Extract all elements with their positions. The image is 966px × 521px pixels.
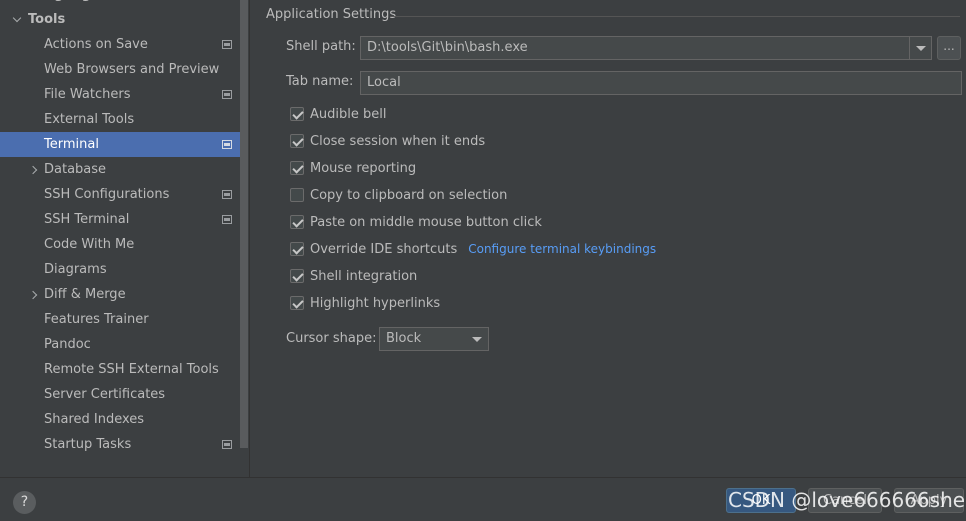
checkbox-label[interactable]: Highlight hyperlinks [310, 296, 440, 311]
sidebar-item-label: Shared Indexes [44, 412, 145, 427]
terminal-settings-panel: Application Settings Shell path: D:\tool… [250, 0, 966, 477]
sidebar-item-pandoc[interactable]: Pandoc [0, 332, 240, 357]
sidebar-item-ssh-configurations[interactable]: SSH Configurations [0, 182, 240, 207]
sidebar-item-ssh-terminal[interactable]: SSH Terminal [0, 207, 240, 232]
sidebar-item-file-watchers[interactable]: File Watchers [0, 82, 240, 107]
checkbox-checked[interactable] [290, 296, 304, 310]
checkbox-row-paste-on-middle-mouse-button-click[interactable]: Paste on middle mouse button click [290, 213, 542, 231]
sidebar-item-web-browsers-and-preview[interactable]: Web Browsers and Preview [0, 57, 240, 82]
chevron-right-icon[interactable] [27, 282, 39, 307]
project-level-icon [222, 90, 232, 99]
chevron-down-icon [915, 45, 926, 51]
checkbox-row-shell-integration[interactable]: Shell integration [290, 267, 417, 285]
shell-path-combo[interactable]: D:\tools\Git\bin\bash.exe [360, 36, 932, 60]
sidebar-item-shared-indexes[interactable]: Shared Indexes [0, 407, 240, 432]
sidebar-item-external-tools[interactable]: External Tools [0, 107, 240, 132]
shell-path-dropdown-button[interactable] [909, 37, 931, 59]
sidebar-scrollbar[interactable] [240, 0, 249, 477]
checkbox-label[interactable]: Copy to clipboard on selection [310, 188, 507, 203]
tab-name-label: Tab name: [286, 74, 354, 89]
chevron-down-icon [472, 337, 482, 342]
group-title: Application Settings [266, 7, 397, 22]
sidebar-scroll-thumb[interactable] [240, 0, 248, 448]
sidebar-item-startup-tasks[interactable]: Startup Tasks [0, 432, 240, 457]
sidebar-item-remote-ssh-external-tools[interactable]: Remote SSH External Tools [0, 357, 240, 382]
browse-button[interactable]: ... [937, 36, 961, 60]
tab-name-input[interactable]: Local [360, 71, 962, 95]
settings-sidebar: Languages & Frameworks Tools Actions on Sa… [0, 0, 249, 477]
sidebar-item-database[interactable]: Database [0, 157, 240, 182]
project-level-icon [222, 40, 232, 49]
sidebar-item-label: Startup Tasks [44, 437, 132, 452]
sidebar-item-label: Diff & Merge [44, 287, 126, 302]
cursor-shape-label: Cursor shape: [286, 331, 377, 346]
sidebar-item-features-trainer[interactable]: Features Trainer [0, 307, 240, 332]
sidebar-item-diagrams[interactable]: Diagrams [0, 257, 240, 282]
group-separator [390, 16, 960, 17]
sidebar-item-actions-on-save[interactable]: Actions on Save [0, 32, 240, 57]
sidebar-item-server-certificates[interactable]: Server Certificates [0, 382, 240, 407]
checkbox-label[interactable]: Shell integration [310, 269, 417, 284]
checkbox-unchecked[interactable] [290, 188, 304, 202]
checkbox-row-audible-bell[interactable]: Audible bell [290, 105, 386, 123]
sidebar-item-label: Server Certificates [44, 387, 166, 402]
sidebar-item-label: Tools [28, 12, 66, 27]
cursor-shape-select[interactable]: Block [379, 327, 489, 351]
checkbox-row-close-session-when-it-ends[interactable]: Close session when it ends [290, 132, 485, 150]
checkbox-checked[interactable] [290, 242, 304, 256]
checkbox-label[interactable]: Override IDE shortcuts [310, 242, 457, 257]
sidebar-item-languages-frameworks[interactable]: Languages & Frameworks [0, 0, 240, 7]
help-button[interactable]: ? [13, 491, 36, 514]
checkbox-checked[interactable] [290, 215, 304, 229]
checkbox-label[interactable]: Mouse reporting [310, 161, 416, 176]
sidebar-item-code-with-me[interactable]: Code With Me [0, 232, 240, 257]
sidebar-item-terminal[interactable]: Terminal [0, 132, 240, 157]
sidebar-item-label: Pandoc [44, 337, 91, 352]
sidebar-item-label: SSH Configurations [44, 187, 170, 202]
checkbox-row-override-ide-shortcuts[interactable]: Override IDE shortcuts Configure terminal… [290, 240, 656, 258]
sidebar-item-tools[interactable]: Tools [0, 7, 240, 32]
checkbox-row-mouse-reporting[interactable]: Mouse reporting [290, 159, 416, 177]
checkbox-row-highlight-hyperlinks[interactable]: Highlight hyperlinks [290, 294, 440, 312]
shell-path-label: Shell path: [286, 39, 356, 54]
shell-path-value[interactable]: D:\tools\Git\bin\bash.exe [367, 37, 528, 59]
chevron-right-icon[interactable] [27, 157, 39, 182]
sidebar-item-label: Remote SSH External Tools [44, 362, 219, 377]
project-level-icon [222, 140, 232, 149]
sidebar-item-diff-merge[interactable]: Diff & Merge [0, 282, 240, 307]
checkbox-row-copy-to-clipboard-on-selection[interactable]: Copy to clipboard on selection [290, 186, 507, 204]
checkbox-checked[interactable] [290, 269, 304, 283]
checkbox-label[interactable]: Paste on middle mouse button click [310, 215, 542, 230]
checkbox-label[interactable]: Audible bell [310, 107, 386, 122]
project-level-icon [222, 215, 232, 224]
sidebar-item-label: Diagrams [44, 262, 107, 277]
checkbox-checked[interactable] [290, 107, 304, 121]
sidebar-item-label: Features Trainer [44, 312, 149, 327]
checkbox-checked[interactable] [290, 161, 304, 175]
settings-tree: Languages & Frameworks Tools Actions on Sa… [0, 0, 240, 457]
sidebar-item-label: Code With Me [44, 237, 135, 252]
chevron-right-icon[interactable] [11, 0, 23, 7]
checkbox-checked[interactable] [290, 134, 304, 148]
cursor-shape-value: Block [386, 331, 422, 346]
configure-keybindings-link[interactable]: Configure terminal keybindings [468, 242, 656, 256]
chevron-down-icon[interactable] [11, 7, 23, 32]
sidebar-item-label: External Tools [44, 112, 135, 127]
sidebar-item-label: Database [44, 162, 107, 177]
project-level-icon [222, 190, 232, 199]
checkbox-label[interactable]: Close session when it ends [310, 134, 485, 149]
sidebar-item-label: Languages & Frameworks [28, 0, 217, 7]
project-level-icon [222, 440, 232, 449]
sidebar-item-label: File Watchers [44, 87, 131, 102]
sidebar-item-label: SSH Terminal [44, 212, 130, 227]
watermark-text: CSDN @love666666shen [728, 488, 966, 512]
sidebar-item-label: Terminal [44, 137, 99, 152]
sidebar-item-label: Actions on Save [44, 37, 148, 52]
sidebar-item-label: Web Browsers and Preview [44, 62, 220, 77]
